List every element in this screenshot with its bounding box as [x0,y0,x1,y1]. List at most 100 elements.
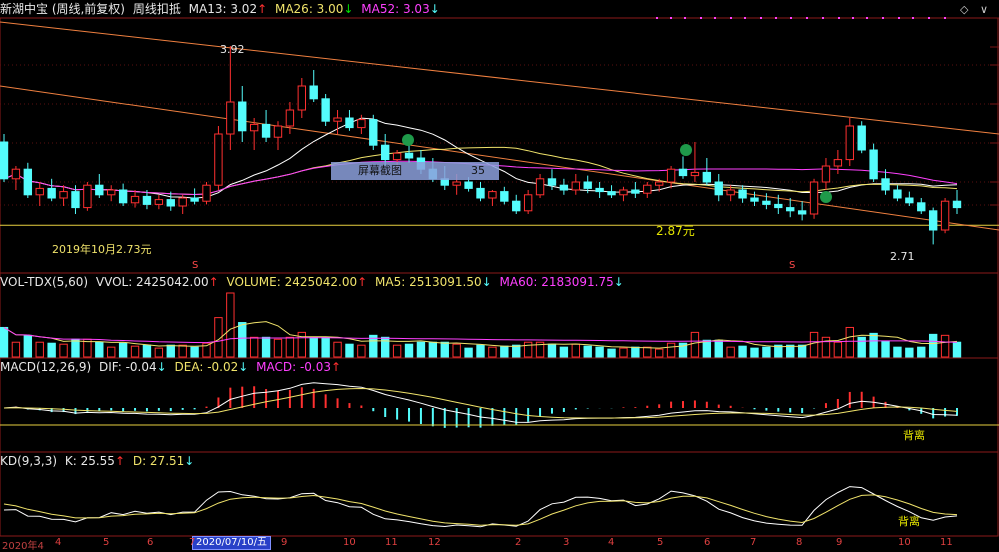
candle-body [11,168,21,180]
candle-body [95,184,104,196]
x-axis-tick-label: 2 [515,537,522,548]
ma5-label: MA5: 2513091.50 [375,275,482,289]
ma13-arrow: ↑ [257,2,268,16]
x-axis-tick-label: 10 [898,537,911,548]
marker-dot [730,17,732,19]
candle-body [762,200,771,205]
diamond-icon[interactable]: ◇ [960,3,968,16]
vol-name: VOL-TDX(5,60) [0,275,89,289]
volume-bar [416,341,426,358]
volume-bar [381,336,390,358]
candle-body [940,200,950,231]
volume-bar [833,341,843,358]
candle-body [464,181,473,189]
volume-bar [714,339,723,358]
screenshot-tooltip: 屏幕截图 35 [331,162,499,180]
volume-bar [428,341,438,358]
candle-body [59,191,68,199]
ma5-arrow: ↓ [481,275,492,289]
volume-bar [631,346,640,358]
macd-divergence-label: 背离 [903,429,925,442]
x-axis-tick-label: 12 [428,537,441,548]
candle-body [214,133,223,186]
candle-body [917,202,926,212]
candle-body [404,152,414,159]
buy-signal-icon [820,191,832,203]
candle-body [273,125,283,138]
volume-bar [595,346,604,358]
candle-body [666,168,676,183]
marker-dot [882,17,884,19]
volume-bar [512,344,521,358]
volume-bar [821,336,831,358]
dea-label: DEA: -0.02 [174,360,239,374]
volume-bar [917,346,926,358]
candle-body [893,189,902,199]
candle-body [714,181,723,196]
volume-bar [11,341,21,358]
volume-bar [762,346,771,358]
volume-bar [47,342,56,358]
candle-body [774,203,783,209]
high-annotation: 3.92 [220,43,245,56]
volume-bar [857,336,866,358]
candle-body [0,141,9,180]
candle-body [190,197,199,202]
volume-bar [809,331,819,358]
marker-dot [822,17,824,19]
volume-bar [571,343,580,358]
marker-dot [806,17,808,19]
cursor-date-box: 2020/07/10/五 [192,536,272,550]
candle-body [476,187,485,199]
volume-bar [869,332,878,358]
macd-name: MACD(12,26,9) [0,360,92,374]
volume-bar [726,346,735,358]
volume-bar [154,347,164,358]
chevron-down-icon[interactable]: ∨ [980,3,988,16]
volume-bar [95,341,104,358]
candle-body [202,184,211,202]
marker-dot [656,17,658,19]
candle-body [821,165,831,183]
candle-body [130,195,140,204]
volume-bar [654,348,664,358]
volume-bar [71,338,80,358]
ma52-arrow: ↓ [429,2,440,16]
candle-body [512,200,521,212]
candle-body [797,210,807,215]
volume-arrow: ↑ [357,275,368,289]
candle-body [249,123,259,132]
x-axis-tick-label: 3 [563,537,570,548]
volume-bar [118,342,128,358]
x-axis-tick-label: 5 [657,537,664,548]
candle-body [619,189,628,196]
ma26-label: MA26: 3.00 [274,2,344,16]
stock-chart[interactable]: 新湖中宝 (周线,前复权) 周线扣抵 MA13: 3.02↑ MA26: 3.0… [0,0,999,552]
candle-body [928,210,938,231]
trend-line [0,21,999,135]
candle-body [500,191,509,202]
x-axis-tick-label: 9 [836,537,843,548]
candle-body [869,149,878,180]
volume-bar [797,344,807,358]
x-axis-tick-label: 7 [750,537,757,548]
volume-bar [392,344,402,358]
d-arrow: ↓ [184,454,195,468]
candle-body [607,191,616,196]
low-271-annotation: 2.71 [890,250,915,263]
x-axis-tick-label: 4 [608,537,615,548]
volume-bar [249,336,259,358]
mode-label[interactable]: 周线扣抵 [133,2,181,16]
dif-label: DIF: -0.04 [98,360,157,374]
candle-body [750,197,759,202]
volume-bar [643,346,652,358]
x-axis-tick-label: 10 [343,537,356,548]
x-axis-tick-label: 9 [281,537,288,548]
candle-body [47,187,56,199]
volume-label: VOLUME: 2425042.00 [226,275,358,289]
macd-value-label: MACD: -0.03 [256,360,332,374]
volume-bar [500,345,509,358]
volume-bar [559,346,569,358]
volume-bar [357,344,366,358]
candle-body [118,189,128,204]
